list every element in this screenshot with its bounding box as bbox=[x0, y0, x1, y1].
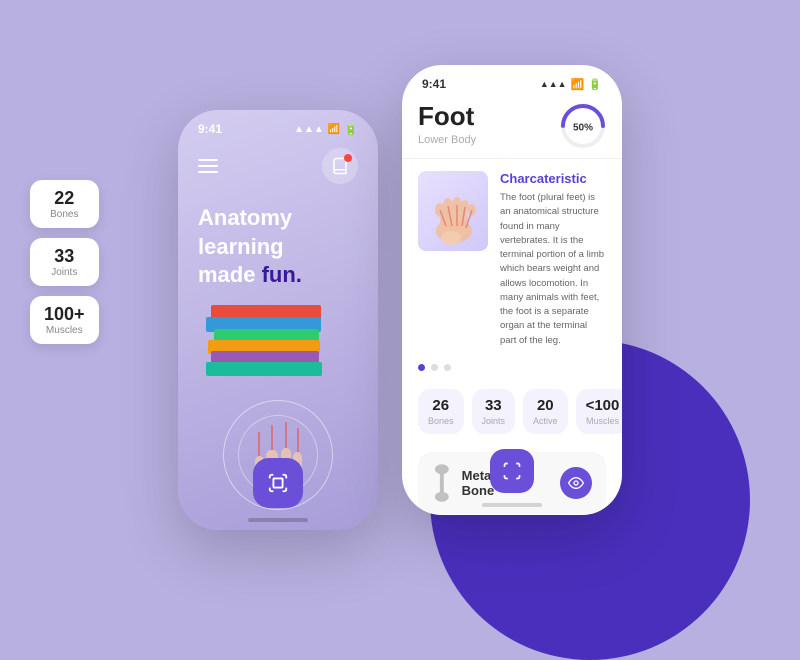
characteristic-title: Charcateristic bbox=[500, 171, 606, 186]
characteristic-section: Charcateristic The foot (plural feet) is… bbox=[402, 159, 622, 356]
book-stack bbox=[206, 305, 326, 385]
characteristic-description: The foot (plural feet) is an anatomical … bbox=[500, 191, 606, 348]
bone-image bbox=[432, 464, 452, 502]
muscles-chip-number: <100 bbox=[586, 397, 620, 414]
left-time: 9:41 bbox=[198, 122, 222, 136]
muscles-number: 100+ bbox=[44, 304, 85, 325]
dot-1[interactable] bbox=[418, 364, 425, 371]
bones-chip-label: Bones bbox=[428, 416, 454, 426]
right-status-icons: ▲▲▲ 📶 🔋 bbox=[540, 78, 602, 91]
bones-number: 22 bbox=[44, 188, 85, 209]
bones-chip: 26 Bones bbox=[418, 389, 464, 434]
book-icon-button[interactable] bbox=[322, 148, 358, 184]
right-wifi-icon: 📶 bbox=[571, 78, 585, 91]
right-scan-icon bbox=[502, 461, 522, 481]
left-status-icons: ▲▲▲ 📶 🔋 bbox=[294, 123, 358, 136]
right-stats-row: 26 Bones 33 Joints 20 Active <100 Muscle… bbox=[402, 379, 622, 444]
hero-text: Anatomy learning made fun. bbox=[178, 194, 378, 300]
progress-text: 50% bbox=[573, 123, 593, 134]
bones-label: Bones bbox=[44, 209, 85, 220]
active-chip-label: Active bbox=[533, 416, 558, 426]
left-nav bbox=[178, 142, 378, 194]
hero-line1: Anatomy learning bbox=[198, 205, 292, 259]
progress-circle-container: 50% bbox=[558, 101, 608, 156]
dot-3[interactable] bbox=[444, 364, 451, 371]
bones-stat: 22 Bones bbox=[30, 180, 99, 228]
hero-fun: fun. bbox=[262, 262, 302, 287]
right-battery-icon: 🔋 bbox=[588, 78, 602, 91]
left-phone: 9:41 ▲▲▲ 📶 🔋 Anatomy learning made fun. bbox=[178, 110, 378, 530]
right-bottom-bar bbox=[482, 503, 542, 507]
hamburger-menu[interactable] bbox=[198, 159, 218, 173]
muscles-chip-label: Muscles bbox=[586, 416, 620, 426]
joints-label: Joints bbox=[44, 267, 85, 278]
foot-image bbox=[418, 171, 488, 251]
hero-line2: made bbox=[198, 262, 262, 287]
characteristic-text: Charcateristic The foot (plural feet) is… bbox=[500, 171, 606, 348]
joints-number: 33 bbox=[44, 246, 85, 267]
bone-detail-button[interactable] bbox=[560, 467, 592, 499]
active-chip-number: 20 bbox=[533, 397, 558, 414]
phones-container: 9:41 ▲▲▲ 📶 🔋 Anatomy learning made fun. bbox=[0, 0, 800, 600]
progress-circle: 50% bbox=[558, 101, 608, 151]
foot-anatomy-image bbox=[426, 176, 481, 246]
right-phone: 9:41 ▲▲▲ 📶 🔋 Foot Lower Body 50% bbox=[402, 65, 622, 515]
right-status-bar: 9:41 ▲▲▲ 📶 🔋 bbox=[402, 65, 622, 97]
active-chip: 20 Active bbox=[523, 389, 568, 434]
right-signal-icon: ▲▲▲ bbox=[540, 79, 567, 89]
scan-icon bbox=[267, 472, 289, 494]
left-bottom-bar bbox=[248, 518, 308, 522]
muscles-label: Muscles bbox=[44, 325, 85, 336]
bones-chip-number: 26 bbox=[428, 397, 454, 414]
left-status-bar: 9:41 ▲▲▲ 📶 🔋 bbox=[178, 110, 378, 142]
joints-stat: 33 Joints bbox=[30, 238, 99, 286]
joints-chip-label: Joints bbox=[482, 416, 506, 426]
right-fab-button[interactable] bbox=[490, 449, 534, 493]
battery-icon: 🔋 bbox=[344, 123, 358, 136]
right-header: Foot Lower Body 50% bbox=[402, 97, 622, 159]
signal-icon: ▲▲▲ bbox=[294, 124, 324, 135]
muscles-chip: <100 Muscles bbox=[576, 389, 622, 434]
left-stats-panel: 22 Bones 33 Joints 100+ Muscles bbox=[30, 180, 99, 344]
carousel-dots bbox=[402, 356, 622, 379]
muscles-stat: 100+ Muscles bbox=[30, 296, 99, 344]
eye-icon bbox=[568, 475, 584, 491]
dot-2[interactable] bbox=[431, 364, 438, 371]
right-time: 9:41 bbox=[422, 77, 446, 91]
joints-chip: 33 Joints bbox=[472, 389, 516, 434]
joints-chip-number: 33 bbox=[482, 397, 506, 414]
scan-button[interactable] bbox=[253, 458, 303, 508]
wifi-icon: 📶 bbox=[328, 124, 340, 135]
books-area bbox=[178, 300, 378, 390]
